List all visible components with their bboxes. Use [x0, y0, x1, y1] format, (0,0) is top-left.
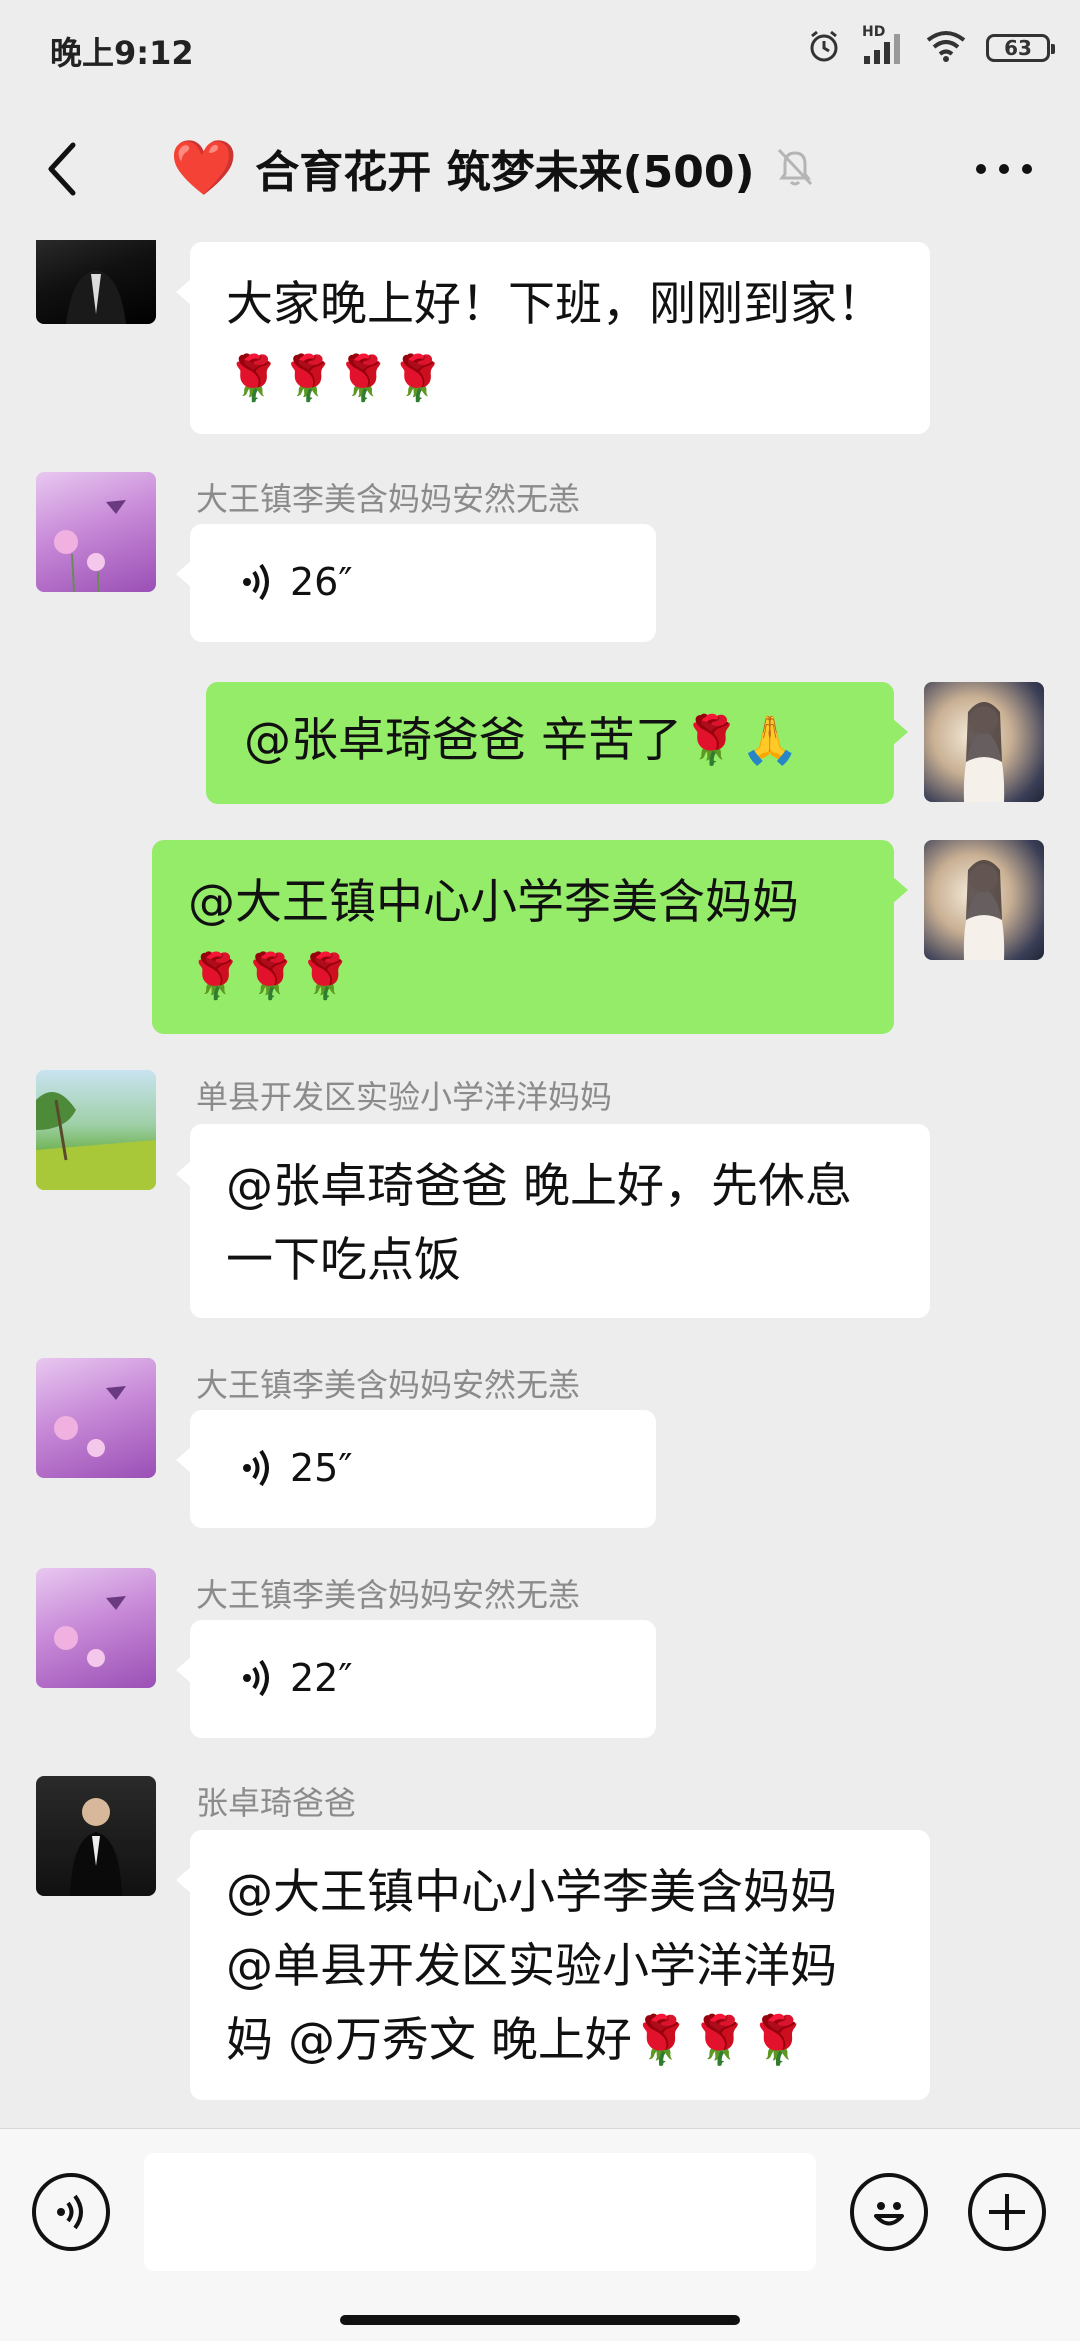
chat-title-group[interactable]: ❤️ 合育花开 筑梦未来(500) — [170, 128, 817, 208]
voice-message-bubble[interactable]: 26″ — [176, 524, 656, 642]
avatar[interactable] — [36, 472, 156, 592]
voice-message-bubble[interactable]: 25″ — [176, 1410, 656, 1528]
more-options-button[interactable] — [964, 146, 1044, 192]
avatar[interactable] — [924, 840, 1044, 960]
chat-header: ❤️ 合育花开 筑梦未来(500) — [0, 98, 1080, 240]
heart-icon: ❤️ — [170, 136, 238, 199]
voice-wave-icon — [243, 1449, 269, 1487]
signal-icon: HD — [862, 24, 906, 66]
home-indicator[interactable] — [340, 2315, 740, 2325]
avatar[interactable] — [36, 1358, 156, 1478]
message-text: 妈 @万秀文 晚上好🌹🌹🌹 — [226, 2013, 808, 2068]
status-bar: 晚上9:12 HD 63 — [0, 0, 1080, 98]
message-text: 一下吃点饭 — [226, 1233, 461, 1288]
sender-name: 大王镇李美含妈妈安然无恙 — [196, 1576, 581, 1614]
avatar[interactable] — [36, 1568, 156, 1688]
voice-duration: 22″ — [290, 1656, 353, 1700]
avatar[interactable] — [36, 1070, 156, 1190]
message-text: @大王镇中心小学李美含妈妈 — [226, 1865, 837, 1920]
voice-wave-icon — [243, 563, 269, 601]
status-time: 晚上9:12 — [50, 34, 194, 72]
back-icon — [48, 142, 76, 196]
back-button[interactable] — [28, 134, 98, 204]
avatar[interactable] — [924, 682, 1044, 802]
alarm-icon — [806, 28, 842, 68]
message-bubble[interactable]: @大王镇中心小学李美含妈妈 🌹🌹🌹 — [152, 840, 908, 1034]
chat-message-list[interactable]: 大家晚上好！下班，刚刚到家！ 🌹🌹🌹🌹 大王镇李美含妈妈安然无恙 26″ @张卓… — [0, 240, 1080, 2128]
voice-duration: 26″ — [290, 560, 353, 604]
message-emoji: 🌹🌹🌹 — [188, 951, 353, 1002]
wifi-icon — [926, 30, 966, 66]
message-bubble[interactable]: @张卓琦爸爸 晚上好，先休息 一下吃点饭 — [176, 1124, 930, 1318]
sender-name: 大王镇李美含妈妈安然无恙 — [196, 1366, 581, 1404]
message-text: 大家晚上好！下班，刚刚到家！ — [226, 277, 884, 332]
voice-message-bubble[interactable]: 22″ — [176, 1620, 656, 1738]
plus-icon — [989, 2194, 1025, 2230]
message-input[interactable] — [144, 2153, 816, 2271]
voice-input-button[interactable] — [32, 2173, 110, 2251]
message-text: @单县开发区实验小学洋洋妈 — [226, 1939, 837, 1994]
message-text: @张卓琦爸爸 辛苦了🌹🙏 — [244, 713, 799, 768]
voice-wave-icon — [243, 1659, 269, 1697]
status-icons: HD 63 — [806, 24, 1055, 72]
message-bubble[interactable]: 大家晚上好！下班，刚刚到家！ 🌹🌹🌹🌹 — [176, 242, 930, 434]
mute-icon — [773, 144, 817, 192]
message-text: @大王镇中心小学李美含妈妈 — [188, 875, 799, 930]
add-more-button[interactable] — [968, 2173, 1046, 2251]
sender-name: 单县开发区实验小学洋洋妈妈 — [196, 1078, 613, 1116]
sender-name: 张卓琦爸爸 — [196, 1784, 357, 1822]
sender-name: 大王镇李美含妈妈安然无恙 — [196, 480, 581, 518]
voice-duration: 25″ — [290, 1446, 353, 1490]
message-bubble[interactable]: @大王镇中心小学李美含妈妈 @单县开发区实验小学洋洋妈 妈 @万秀文 晚上好🌹🌹… — [176, 1830, 930, 2100]
avatar[interactable] — [36, 240, 156, 324]
message-emoji: 🌹🌹🌹🌹 — [226, 353, 446, 404]
avatar[interactable] — [36, 1776, 156, 1896]
more-icon — [976, 164, 1032, 174]
input-bar — [0, 2128, 1080, 2341]
message-text: @张卓琦爸爸 晚上好，先休息 — [226, 1159, 852, 1214]
chat-title: 合育花开 筑梦未来(500) — [255, 147, 755, 198]
voice-icon — [57, 2194, 83, 2230]
battery-indicator: 63 — [986, 34, 1055, 62]
emoji-icon — [874, 2202, 904, 2226]
emoji-button[interactable] — [850, 2173, 928, 2251]
message-bubble[interactable]: @张卓琦爸爸 辛苦了🌹🙏 — [206, 682, 908, 804]
